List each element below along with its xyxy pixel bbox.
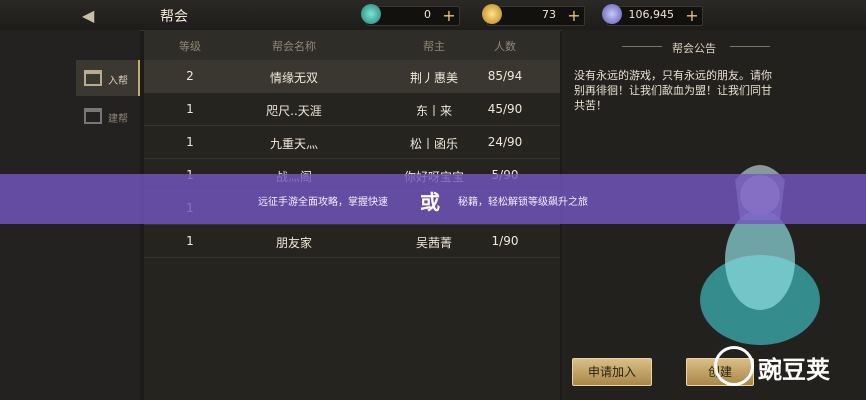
row-level: 2 [186,69,194,83]
table-row[interactable]: 1 九重天灬 松丨函乐 24/90 [144,126,560,159]
banner-text-2: 秘籍，轻松解锁等级飙升之旅 [458,197,588,208]
notice-header: 帮会公告 [622,38,772,56]
gold-value: 73 [542,8,556,21]
jade-icon [361,4,381,24]
tab-join-label: 入帮 [108,76,128,87]
logo-icon [714,346,754,386]
row-members: 45/90 [487,102,523,116]
col-name: 帮会名称 [272,40,316,53]
tab-create-label: 建帮 [108,114,128,125]
jade-currency: 0 + [361,4,460,26]
back-arrow-icon: ◀ [82,6,95,25]
page-title: 帮会 [160,9,188,25]
add-gold-button[interactable]: + [564,6,584,26]
jade-value: 0 [424,8,431,21]
row-level: 1 [186,234,194,248]
watermark-logo: 豌豆荚 [714,340,864,390]
row-members: 85/94 [487,69,523,83]
watermark-text: 豌豆荚 [758,356,830,384]
notice-text: 没有永远的游戏，只有永远的朋友。请你别再徘徊！让我们歃血为盟！让我们同甘共苦！ [574,69,772,112]
row-name: 咫尺..天涯 [266,104,322,118]
col-level: 等级 [179,40,201,53]
apply-join-button[interactable]: 申请加入 [572,358,652,386]
table-row[interactable]: 2 情缘无双 荆丿惠美 85/94 [144,60,560,93]
row-members: 24/90 [487,135,523,149]
banner-text: 远征手游全面攻略，掌握快速 [258,197,388,208]
gate-icon [84,70,102,86]
tab-join-guild[interactable]: 入帮 [76,60,140,96]
divider [622,46,662,47]
gold-currency: 73 + [482,4,585,26]
overlay-banner: 远征手游全面攻略，掌握快速 或 秘籍，轻松解锁等级飙升之旅 [0,174,866,224]
add-silver-button[interactable]: + [682,6,702,26]
row-name: 情缘无双 [269,71,318,85]
add-jade-button[interactable]: + [439,6,459,26]
top-bar: ◀ 帮会 0 + 73 + 106,945 + [0,0,866,31]
banner-big-text: 或 [420,190,440,214]
row-name: 九重天灬 [269,137,318,151]
silver-value: 106,945 [628,8,675,21]
back-button[interactable]: ◀ [60,4,130,26]
col-members: 人数 [494,40,516,53]
row-name: 朋友家 [275,236,312,250]
table-header: 等级 帮会名称 帮主 人数 [144,30,560,61]
table-row[interactable]: 1 朋友家 吴茜菁 1/90 [144,225,560,258]
row-members: 1/90 [491,234,519,248]
row-level: 1 [186,135,194,149]
divider [730,46,770,47]
silver-coin-icon [602,4,622,24]
tab-create-guild[interactable]: 建帮 [76,98,138,134]
row-level: 1 [186,102,194,116]
silver-currency: 106,945 + [602,4,703,26]
table-row[interactable]: 1 咫尺..天涯 东丨来 45/90 [144,93,560,126]
notice-title: 帮会公告 [672,42,716,55]
gold-ingot-icon [482,4,502,24]
build-icon [84,108,102,124]
